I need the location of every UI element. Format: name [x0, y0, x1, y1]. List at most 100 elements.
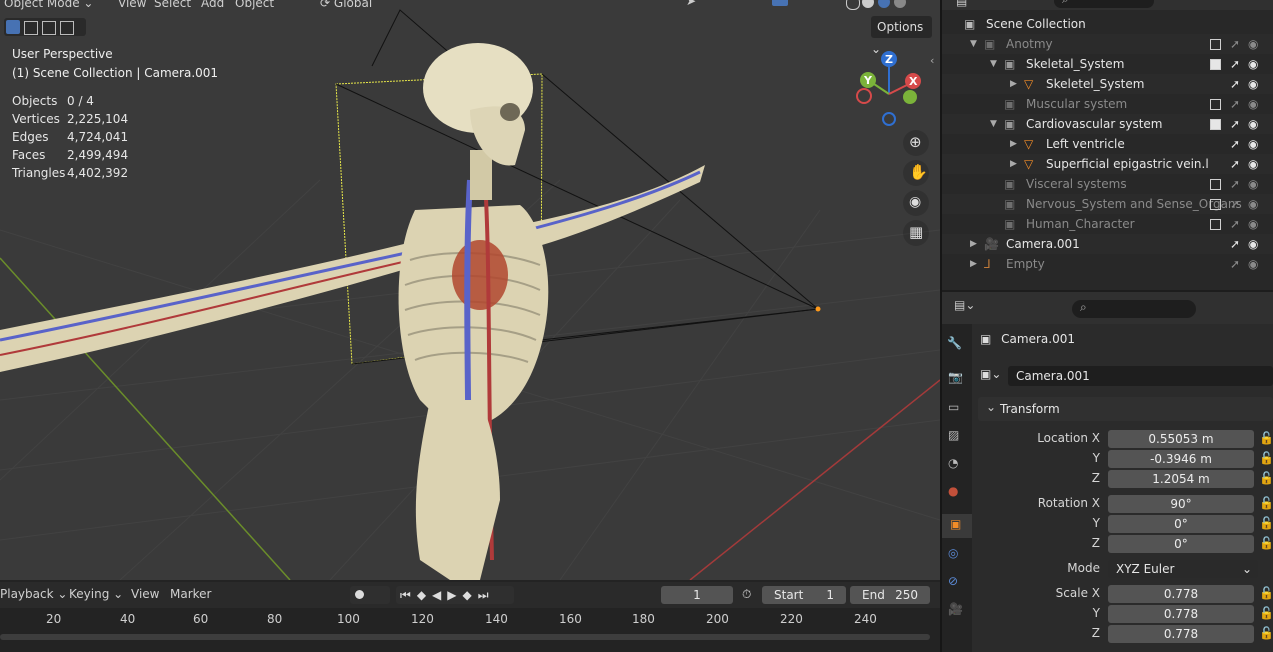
visibility-eye-icon[interactable]: ◉: [1248, 174, 1258, 194]
sidebar-toggle-icon[interactable]: ‹: [930, 54, 934, 67]
lock-icon[interactable]: 🔓: [1259, 516, 1273, 530]
outliner-row[interactable]: ▼ ▣ Cardiovascular system ➚ ◉: [942, 114, 1273, 134]
visibility-eye-icon[interactable]: ◉: [1248, 74, 1258, 94]
outliner-row[interactable]: ▣ Visceral systems ➚ ◉: [942, 174, 1273, 194]
object-tab-icon[interactable]: ▣: [942, 514, 972, 538]
prev-keyframe-icon[interactable]: ◆: [417, 588, 432, 602]
object-name-field[interactable]: Camera.001: [1008, 366, 1273, 386]
visibility-eye-icon[interactable]: ◉: [1248, 34, 1258, 54]
options-dropdown[interactable]: Options ⌄: [871, 16, 932, 56]
menu-add[interactable]: Add: [201, 0, 224, 10]
overlay-toggle-icon[interactable]: [772, 0, 788, 6]
timeline-scrollbar[interactable]: [0, 634, 930, 640]
marker-menu[interactable]: Marker: [170, 587, 211, 601]
outliner-row[interactable]: ▼ ▣ Anotmy ➚ ◉: [942, 34, 1273, 54]
3d-viewport[interactable]: Object Mode ⌄ View Select Add Object ⟳ G…: [0, 0, 940, 580]
orientation-dropdown[interactable]: ⟳ Global: [320, 0, 372, 10]
physics-tab-icon[interactable]: ◎: [948, 546, 958, 560]
object-browse-icon[interactable]: ▣⌄: [980, 367, 1001, 381]
exclude-checkbox[interactable]: [1210, 199, 1221, 210]
lock-icon[interactable]: 🔓: [1259, 471, 1273, 485]
menu-view[interactable]: View: [118, 0, 146, 10]
outliner-row[interactable]: ▶ ⅃ Empty ➚ ◉: [942, 254, 1273, 274]
selectable-toggle-icon[interactable]: ➚: [1230, 114, 1240, 134]
auto-keying-toggle[interactable]: [350, 586, 390, 604]
visibility-eye-icon[interactable]: ◉: [1248, 214, 1258, 234]
selectable-toggle-icon[interactable]: ➚: [1230, 54, 1240, 74]
timeline-view-menu[interactable]: View: [131, 587, 159, 601]
selectable-toggle-icon[interactable]: ➚: [1230, 194, 1240, 214]
visibility-eye-icon[interactable]: ◉: [1248, 154, 1258, 174]
exclude-checkbox[interactable]: [1210, 119, 1221, 130]
selectable-toggle-icon[interactable]: ➚: [1230, 94, 1240, 114]
jump-start-icon[interactable]: ⏮: [400, 588, 417, 602]
expand-arrow-icon[interactable]: ▶: [970, 254, 977, 274]
rendered-shading-icon[interactable]: [894, 0, 906, 8]
outliner-row[interactable]: ▣ Nervous_System and Sense_Organs ➚ ◉: [942, 194, 1273, 214]
lock-icon[interactable]: 🔓: [1259, 626, 1273, 640]
select-subtract-icon[interactable]: [42, 21, 56, 35]
scale-field[interactable]: 0.778: [1108, 625, 1254, 643]
play-icon[interactable]: ▶: [447, 588, 462, 602]
collapse-arrow-icon[interactable]: ▼: [970, 34, 977, 54]
visibility-eye-icon[interactable]: ◉: [1248, 54, 1258, 74]
visibility-eye-icon[interactable]: ◉: [1248, 234, 1258, 254]
render-tab-icon[interactable]: 📷: [948, 370, 963, 384]
outliner-panel[interactable]: ▤ ⌕ ▣ Scene Collection ▼ ▣ Anotmy ➚ ◉ ▼ ▣ Skele…: [942, 0, 1273, 290]
frame-ruler[interactable]: 20 40 60 80 100 120 140 160 180 200 220 …: [0, 608, 930, 630]
visibility-eye-icon[interactable]: ◉: [1248, 134, 1258, 154]
camera-view-icon[interactable]: ◉: [903, 190, 929, 216]
visibility-eye-icon[interactable]: ◉: [1248, 94, 1258, 114]
selection-mode-buttons[interactable]: [4, 18, 86, 36]
scale-field[interactable]: 0.778: [1108, 585, 1254, 603]
scale-field[interactable]: 0.778: [1108, 605, 1254, 623]
selectable-toggle-icon[interactable]: ➚: [1230, 74, 1240, 94]
exclude-checkbox[interactable]: [1210, 99, 1221, 110]
select-extend-icon[interactable]: [24, 21, 38, 35]
play-reverse-icon[interactable]: ◀: [432, 588, 447, 602]
zoom-icon[interactable]: ⊕: [903, 130, 929, 156]
end-frame-field[interactable]: End 250: [850, 586, 930, 604]
world-tab-icon[interactable]: ●: [948, 484, 958, 498]
output-tab-icon[interactable]: ▭: [948, 400, 959, 414]
exclude-checkbox[interactable]: [1210, 219, 1221, 230]
exclude-checkbox[interactable]: [1210, 59, 1221, 70]
view-layer-tab-icon[interactable]: ▨: [948, 428, 959, 442]
playback-controls[interactable]: ⏮◆◀▶◆⏭: [396, 586, 514, 604]
selectable-toggle-icon[interactable]: ➚: [1230, 34, 1240, 54]
selectable-toggle-icon[interactable]: ➚: [1230, 134, 1240, 154]
location-field[interactable]: 1.2054 m: [1108, 470, 1254, 488]
outliner-row[interactable]: ▣ Human_Character ➚ ◉: [942, 214, 1273, 234]
tool-tab-icon[interactable]: 🔧: [947, 336, 962, 350]
menu-select[interactable]: Select: [154, 0, 191, 10]
stopwatch-icon[interactable]: ⏱: [742, 587, 751, 602]
playback-menu[interactable]: Playback ⌄: [0, 587, 67, 601]
lock-icon[interactable]: 🔓: [1259, 586, 1273, 600]
collapse-arrow-icon[interactable]: ▼: [990, 114, 997, 134]
selectable-toggle-icon[interactable]: ➚: [1230, 154, 1240, 174]
keying-menu[interactable]: Keying ⌄: [69, 587, 123, 601]
location-field[interactable]: -0.3946 m: [1108, 450, 1254, 468]
outliner-row[interactable]: ▶ 🎥 Camera.001 ➚ ◉: [942, 234, 1273, 254]
outliner-row[interactable]: ▶ ▽ Skeletel_System ➚ ◉: [942, 74, 1273, 94]
jump-end-icon[interactable]: ⏭: [478, 588, 495, 602]
scene-tab-icon[interactable]: ◔: [948, 456, 958, 470]
material-shading-icon[interactable]: [878, 0, 890, 8]
exclude-checkbox[interactable]: [1210, 39, 1221, 50]
rotation-field[interactable]: 0°: [1108, 535, 1254, 553]
lock-icon[interactable]: 🔓: [1259, 496, 1273, 510]
properties-search-input[interactable]: ⌕: [1072, 300, 1196, 318]
lock-icon[interactable]: 🔓: [1259, 606, 1273, 620]
object-datablock-row[interactable]: ▣⌄ Camera.001: [980, 366, 1273, 386]
transform-panel-header[interactable]: ⌄ Transform: [978, 397, 1273, 421]
constraints-tab-icon[interactable]: ⊘: [948, 574, 958, 588]
collapse-arrow-icon[interactable]: ▼: [990, 54, 997, 74]
viewport-shading-toolbar[interactable]: ➤: [686, 0, 936, 10]
rotation-field[interactable]: 0°: [1108, 515, 1254, 533]
outliner-search-input[interactable]: ⌕: [1054, 0, 1154, 8]
outliner-row[interactable]: ▶ ▽ Superficial epigastric vein.l ➚ ◉: [942, 154, 1273, 174]
outliner-row[interactable]: ▣ Muscular system ➚ ◉: [942, 94, 1273, 114]
editor-type-icon[interactable]: ▤: [956, 0, 967, 8]
selectable-toggle-icon[interactable]: ➚: [1230, 234, 1240, 254]
current-frame-field[interactable]: 1: [661, 586, 733, 604]
